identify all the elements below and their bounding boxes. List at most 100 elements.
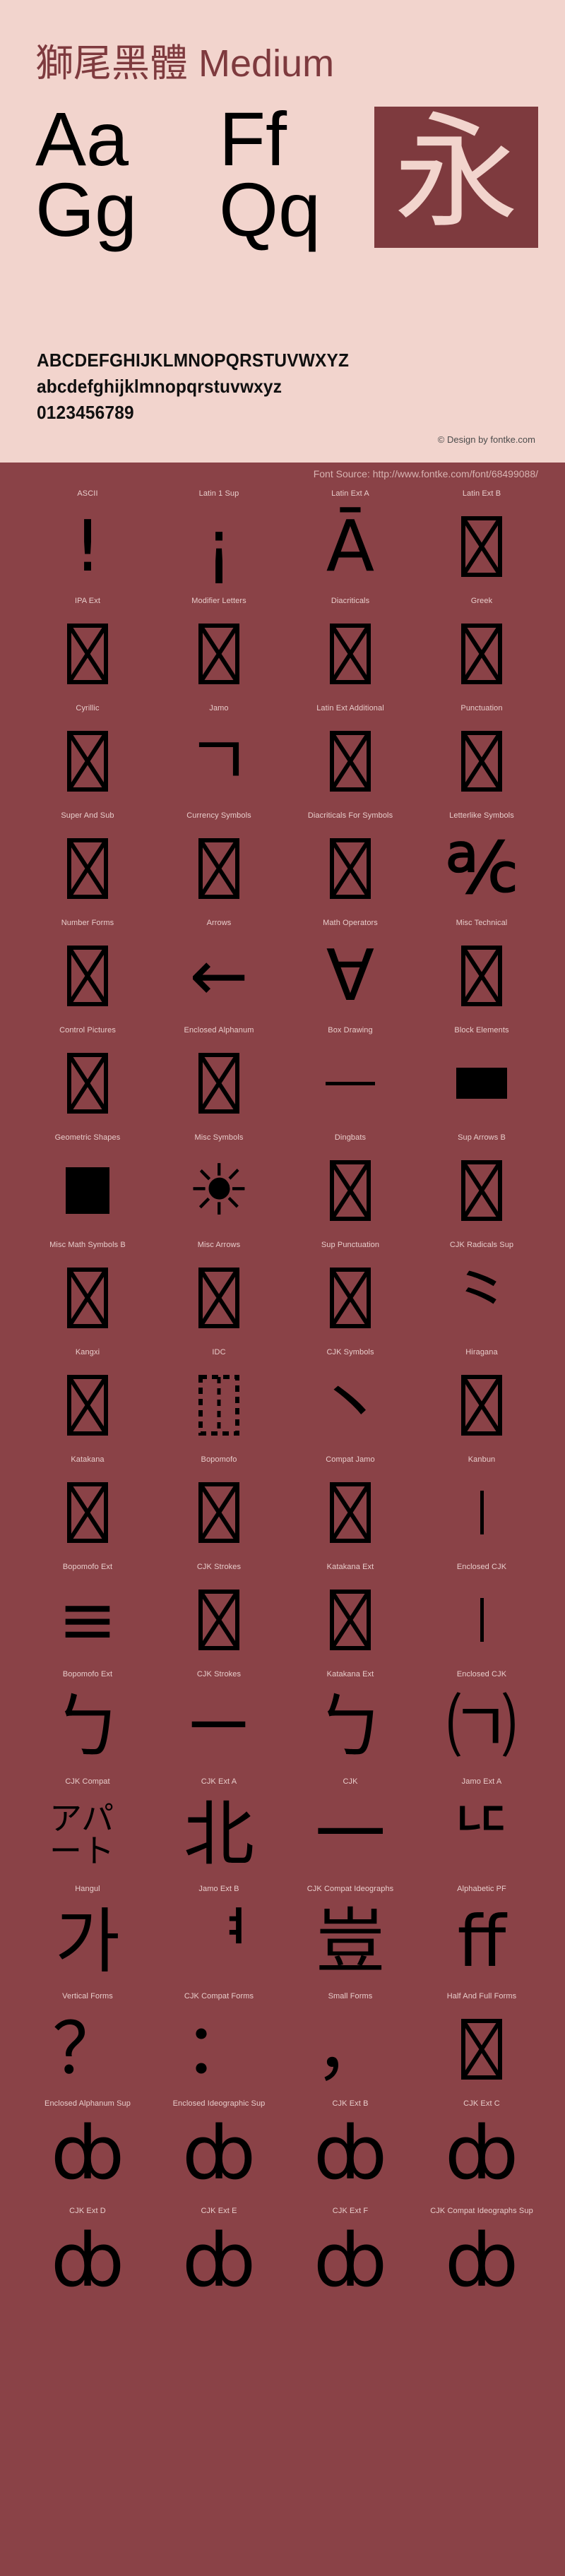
unicode-block-cell[interactable]: Dingbats xyxy=(280,1133,421,1241)
unicode-block-cell[interactable]: Compat Jamo xyxy=(280,1455,421,1563)
unicode-block-glyph: ȸ xyxy=(182,2110,256,2196)
page-title: 獅尾黑體 Medium xyxy=(35,32,334,88)
unicode-block-cell[interactable]: Kanbun xyxy=(411,1455,552,1563)
unicode-block-row: Cyrillic Jamo ㄱ Latin Ext Additional Punctua… xyxy=(0,704,565,811)
unicode-block-cell[interactable]: Enclosed Alphanum xyxy=(148,1026,290,1133)
unicode-block-cell[interactable]: Enclosed Ideographic Sup ȸ xyxy=(148,2099,290,2207)
unicode-block-cell[interactable]: Misc Symbols ☀ xyxy=(148,1133,290,1241)
unicode-block-cell[interactable]: CJK Strokes ㄧ xyxy=(148,1670,290,1777)
unicode-block-cell[interactable]: Enclosed Alphanum Sup ȸ xyxy=(17,2099,158,2207)
unicode-block-cell[interactable]: Math Operators ∀ xyxy=(280,919,421,1026)
unicode-block-cell[interactable]: Letterlike Symbols ℀ xyxy=(411,811,552,919)
unicode-block-cell[interactable]: CJK Ext Cȸ xyxy=(411,2099,552,2207)
unicode-block-cell[interactable]: CJK Ext Fȸ xyxy=(280,2207,421,2314)
unicode-block-glyph: 豈 xyxy=(315,1900,386,1983)
unicode-block-cell[interactable]: Latin Ext B xyxy=(411,489,552,597)
unicode-block-glyph xyxy=(17,608,158,700)
unicode-block-label: Sup Arrows B xyxy=(458,1133,506,1142)
unicode-block-glyph xyxy=(148,608,290,700)
unicode-block-cell[interactable]: Katakana xyxy=(17,1455,158,1563)
unicode-block-cell[interactable]: Arrows ← xyxy=(148,919,290,1026)
unicode-block-cell[interactable]: CJK Ext A 北 xyxy=(148,1777,290,1885)
unicode-block-row: Misc Math Symbols B Misc Arrows Sup Punctu… xyxy=(0,1241,565,1348)
unicode-block-glyph xyxy=(411,1037,552,1129)
unicode-block-cell[interactable]: Jamo Ext A ᄕ xyxy=(411,1777,552,1885)
unicode-block-cell[interactable]: Diacriticals xyxy=(280,597,421,704)
unicode-block-cell[interactable]: Bopomofo Ext ㄅ xyxy=(17,1670,158,1777)
unicode-block-cell[interactable]: CJK Compat Ideographs 豈 xyxy=(280,1885,421,1992)
unicode-block-cell[interactable]: CJK Ext Eȸ xyxy=(148,2207,290,2314)
unicode-block-cell[interactable]: Misc Arrows xyxy=(148,1241,290,1348)
unicode-block-cell[interactable]: Punctuation xyxy=(411,704,552,811)
unicode-block-cell[interactable]: CJK Compat アパート xyxy=(17,1777,158,1885)
unicode-block-glyph: ㄅ xyxy=(52,1686,123,1768)
unicode-block-cell[interactable]: CJK Ext Dȸ xyxy=(17,2207,158,2314)
unicode-block-cell[interactable]: Diacriticals For Symbols xyxy=(280,811,421,919)
unicode-block-cell[interactable]: Latin 1 Sup ¡ xyxy=(148,489,290,597)
unicode-block-cell[interactable]: CJK Symbols 丶 xyxy=(280,1348,421,1455)
unicode-block-cell[interactable]: Kangxi xyxy=(17,1348,158,1455)
unicode-block-cell[interactable]: ASCII! xyxy=(17,489,158,597)
unicode-block-cell[interactable]: Cyrillic xyxy=(17,704,158,811)
unicode-block-cell[interactable]: Box Drawing xyxy=(280,1026,421,1133)
unicode-block-cell[interactable]: IDC xyxy=(148,1348,290,1455)
unicode-block-label: Math Operators xyxy=(323,919,378,927)
unicode-block-cell[interactable]: CJK Compat Forms ： xyxy=(148,1992,290,2099)
unicode-block-cell[interactable]: Small Forms ， xyxy=(280,1992,421,2099)
unicode-block-cell[interactable]: Vertical Forms ？ xyxy=(17,1992,158,2099)
unicode-block-cell[interactable]: CJK Strokes xyxy=(148,1563,290,1670)
unicode-block-label: Box Drawing xyxy=(328,1026,373,1034)
unicode-block-label: CJK Strokes xyxy=(196,1670,242,1678)
unicode-block-label: Jamo Ext B xyxy=(198,1885,239,1893)
unicode-block-row: IPA Ext Modifier Letters Diacriticals Greek xyxy=(0,597,565,704)
unicode-block-glyph: ¡ xyxy=(204,505,234,588)
unicode-block-cell[interactable]: Hangul 가 xyxy=(17,1885,158,1992)
unicode-block-row: Hangul 가 Jamo Ext B ᅧ CJK Compat Ideographs 豈… xyxy=(0,1885,565,1992)
unicode-block-cell[interactable]: Katakana Ext xyxy=(280,1563,421,1670)
unicode-block-label: Arrows xyxy=(206,919,232,927)
unicode-block-cell[interactable]: CJK Compat Ideographs Sup ȸ xyxy=(411,2207,552,2314)
unicode-block-label: Super And Sub xyxy=(61,811,114,820)
unicode-block-glyph xyxy=(280,608,421,700)
unicode-block-cell[interactable]: Super And Sub xyxy=(17,811,158,919)
unicode-block-cell[interactable]: Enclosed CJK ㈀ xyxy=(411,1670,552,1777)
unicode-block-cell[interactable]: Number Forms xyxy=(17,919,158,1026)
unicode-block-cell[interactable]: Modifier Letters xyxy=(148,597,290,704)
unicode-block-cell[interactable]: Greek xyxy=(411,597,552,704)
unicode-block-glyph xyxy=(17,1359,158,1451)
unicode-block-cell[interactable]: Hiragana xyxy=(411,1348,552,1455)
unicode-block-label: Punctuation xyxy=(460,704,503,712)
font-source-link[interactable]: Font Source: http://www.fontke.com/font/… xyxy=(314,468,538,479)
unicode-block-cell[interactable]: Alphabetic PF ﬀ xyxy=(411,1885,552,1992)
unicode-block-glyph xyxy=(411,1467,552,1558)
unicode-block-cell[interactable]: Latin Ext A Ā xyxy=(280,489,421,597)
unicode-block-label: Currency Symbols xyxy=(186,811,251,820)
unicode-block-label: IDC xyxy=(212,1348,226,1356)
unicode-block-cell[interactable]: Currency Symbols xyxy=(148,811,290,919)
unicode-block-cell[interactable]: Bopomofo xyxy=(148,1455,290,1563)
unicode-block-cell[interactable]: IPA Ext xyxy=(17,597,158,704)
unicode-block-cell[interactable]: Misc Math Symbols B xyxy=(17,1241,158,1348)
unicode-block-glyph xyxy=(411,1574,552,1666)
unicode-block-cell[interactable]: Jamo ㄱ xyxy=(148,704,290,811)
unicode-block-cell[interactable]: Sup Punctuation xyxy=(280,1241,421,1348)
unicode-block-cell[interactable]: Latin Ext Additional xyxy=(280,704,421,811)
unicode-block-cell[interactable]: Half And Full Forms xyxy=(411,1992,552,2099)
unicode-block-cell[interactable]: Control Pictures xyxy=(17,1026,158,1133)
unicode-block-cell[interactable]: Jamo Ext B ᅧ xyxy=(148,1885,290,1992)
unicode-block-cell[interactable]: Katakana Ext ㄅ xyxy=(280,1670,421,1777)
unicode-block-cell[interactable]: Enclosed CJK xyxy=(411,1563,552,1670)
unicode-block-label: Latin Ext B xyxy=(462,489,501,498)
unicode-block-cell[interactable]: Bopomofo Ext ≡ xyxy=(17,1563,158,1670)
unicode-block-cell[interactable]: CJK 一 xyxy=(280,1777,421,1885)
unicode-block-cell[interactable]: Geometric Shapes xyxy=(17,1133,158,1241)
unicode-block-label: Cyrillic xyxy=(76,704,100,712)
unicode-block-row: CJK Ext Dȸ CJK Ext Eȸ CJK Ext Fȸ CJK Compat… xyxy=(0,2207,565,2314)
unicode-block-cell[interactable]: CJK Ext Bȸ xyxy=(280,2099,421,2207)
unicode-block-cell[interactable]: Block Elements xyxy=(411,1026,552,1133)
specimen-header: 獅尾黑體 Medium Aa Ff Gg Qq 永 ABCDEFGHIJKLMN… xyxy=(0,0,565,463)
unicode-block-cell[interactable]: Misc Technical xyxy=(411,919,552,1026)
unicode-block-cell[interactable]: Sup Arrows B xyxy=(411,1133,552,1241)
unicode-block-cell[interactable]: CJK Radicals Sup ⺀ xyxy=(411,1241,552,1348)
unicode-block-label: IPA Ext xyxy=(75,597,100,605)
